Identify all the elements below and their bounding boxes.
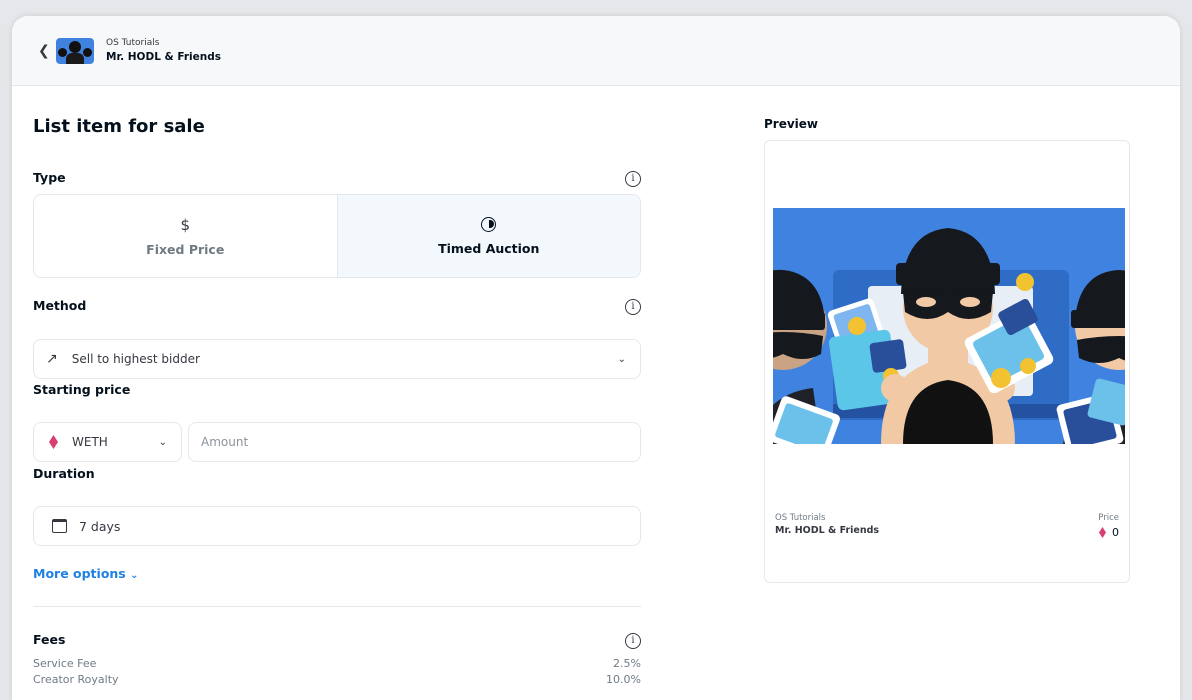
duration-value: 7 days [79, 518, 121, 534]
more-options-link[interactable]: More options ⌄ [33, 566, 139, 581]
fees-label: Fees [33, 632, 66, 647]
page-header: ❮ OS Tutorials Mr. HODL & Friends [12, 16, 1180, 86]
header-collection-name[interactable]: OS Tutorials [106, 38, 221, 48]
chevron-left-icon[interactable]: ❮ [38, 43, 56, 59]
more-options-label: More options [33, 566, 126, 581]
header-item-name: Mr. HODL & Friends [106, 51, 222, 63]
type-option-timed-auction[interactable]: Timed Auction [336, 195, 640, 277]
amount-input[interactable]: Amount [188, 422, 641, 462]
currency-value: WETH [72, 435, 108, 449]
amount-placeholder: Amount [201, 435, 249, 449]
divider [33, 606, 641, 607]
type-option-label: Fixed Price [146, 241, 225, 257]
nft-artwork [773, 208, 1125, 444]
type-option-label: Timed Auction [438, 240, 540, 256]
chevron-down-icon: ⌄ [158, 436, 167, 448]
fee-name: Service Fee [33, 657, 97, 670]
arrow-up-right-icon: ↗ [46, 351, 58, 367]
currency-select[interactable]: WETH ⌄ [33, 422, 182, 462]
fee-row: Creator Royalty 10.0% [33, 673, 641, 686]
page-title: List item for sale [33, 116, 205, 137]
method-value: Sell to highest bidder [71, 352, 200, 366]
duration-select[interactable]: 7 days [33, 506, 641, 546]
duration-label: Duration [33, 466, 95, 481]
fee-value: 10.0% [606, 673, 641, 686]
chevron-down-icon: ⌄ [130, 570, 139, 581]
preview-card[interactable]: OS Tutorials Mr. HODL & Friends Price 0 [764, 140, 1130, 583]
clock-icon [481, 216, 497, 232]
method-select[interactable]: ↗ Sell to highest bidder ⌄ [33, 339, 641, 379]
card-price: 0 [1099, 526, 1119, 539]
dollar-icon: $ [180, 215, 191, 234]
type-option-fixed-price[interactable]: $ Fixed Price [34, 195, 337, 277]
calendar-icon [52, 519, 67, 533]
type-info-icon[interactable]: i [625, 171, 641, 187]
collection-thumbnail [56, 37, 94, 64]
type-selector: $ Fixed Price Timed Auction [33, 194, 641, 278]
fees-info-icon[interactable]: i [625, 633, 641, 649]
card-item-name: Mr. HODL & Friends [775, 525, 880, 536]
eth-icon [1099, 527, 1106, 538]
card-price-value: 0 [1112, 526, 1119, 539]
chevron-down-icon: ⌄ [617, 353, 626, 365]
type-label: Type [33, 170, 66, 185]
fee-row: Service Fee 2.5% [33, 657, 641, 670]
fee-name: Creator Royalty [33, 673, 119, 686]
method-info-icon[interactable]: i [625, 299, 641, 315]
card-collection-name: OS Tutorials [775, 513, 826, 523]
eth-icon [49, 435, 58, 449]
fee-value: 2.5% [613, 657, 641, 670]
starting-price-label: Starting price [33, 382, 131, 397]
method-label: Method [33, 298, 87, 313]
listing-window: ❮ OS Tutorials Mr. HODL & Friends List i… [12, 16, 1180, 700]
preview-label: Preview [764, 117, 819, 131]
card-price-label: Price [1098, 513, 1119, 523]
